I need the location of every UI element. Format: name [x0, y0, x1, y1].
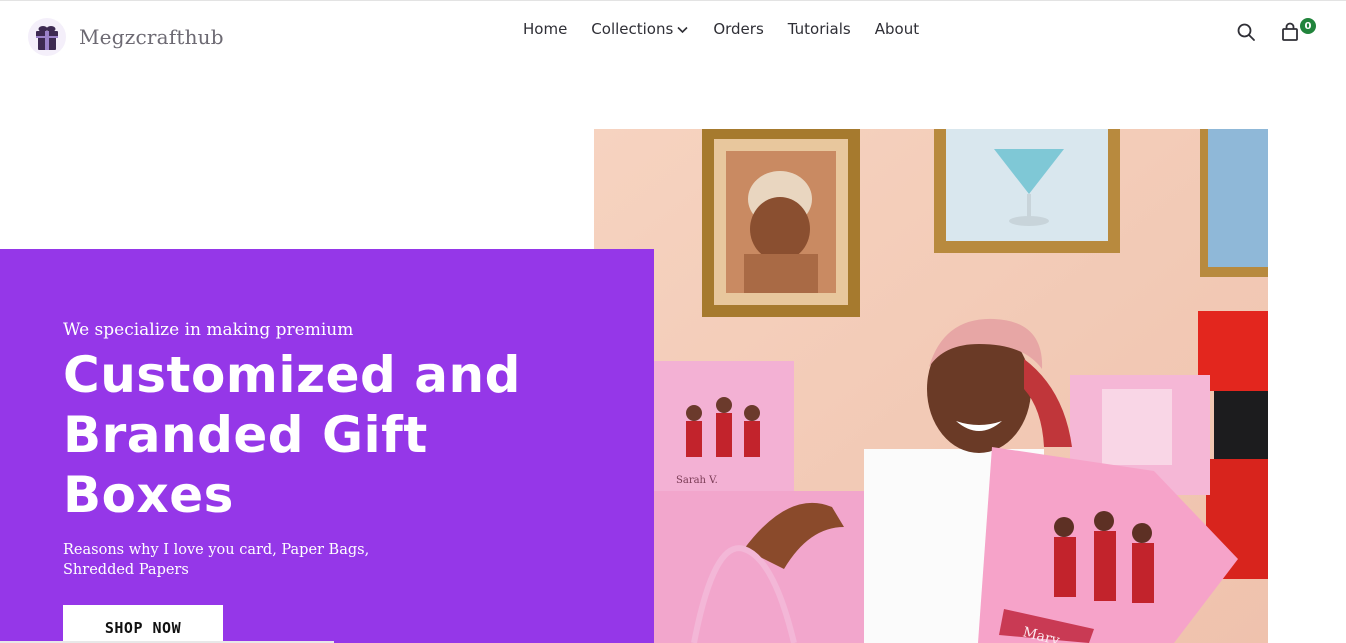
hero-promo-panel: We specialize in making premium Customiz… — [0, 249, 654, 643]
nav-item-home[interactable]: Home — [523, 20, 567, 38]
nav-item-label: Collections — [591, 20, 674, 38]
brand-name: Megzcrafthub — [79, 25, 224, 49]
hero-intro: We specialize in making premium — [63, 320, 354, 340]
nav-item-label: Home — [523, 20, 568, 38]
chevron-down-icon — [676, 23, 689, 36]
hero-description: Reasons why I love you card, Paper Bags,… — [63, 542, 370, 578]
cart-count-badge: 0 — [1300, 18, 1316, 34]
nav-item-label: Tutorials — [787, 20, 851, 38]
hero-photo: Sarah V. Mary — [594, 129, 1268, 643]
search-icon[interactable] — [1236, 22, 1256, 47]
main-nav: Home Collections Orders Tutorials About — [523, 20, 919, 38]
hero-title: Customized and Branded Gift Boxes — [63, 346, 521, 524]
shop-now-button[interactable]: SHOP NOW — [63, 605, 223, 643]
nav-item-label: Orders — [713, 20, 764, 38]
photo-bag-name-label: Sarah V. — [676, 475, 718, 486]
site-header: Megzcrafthub Home Collections Orders Tut… — [0, 0, 1346, 60]
brand-logo-link[interactable]: Megzcrafthub — [28, 18, 224, 56]
nav-item-collections[interactable]: Collections — [591, 20, 689, 38]
nav-item-label: About — [874, 20, 920, 38]
nav-item-about[interactable]: About — [875, 20, 919, 38]
shopping-bag-icon[interactable] — [1281, 22, 1299, 47]
nav-item-tutorials[interactable]: Tutorials — [788, 20, 851, 38]
page: Megzcrafthub Home Collections Orders Tut… — [0, 0, 1346, 643]
gift-box-icon — [28, 18, 66, 56]
nav-item-orders[interactable]: Orders — [713, 20, 763, 38]
